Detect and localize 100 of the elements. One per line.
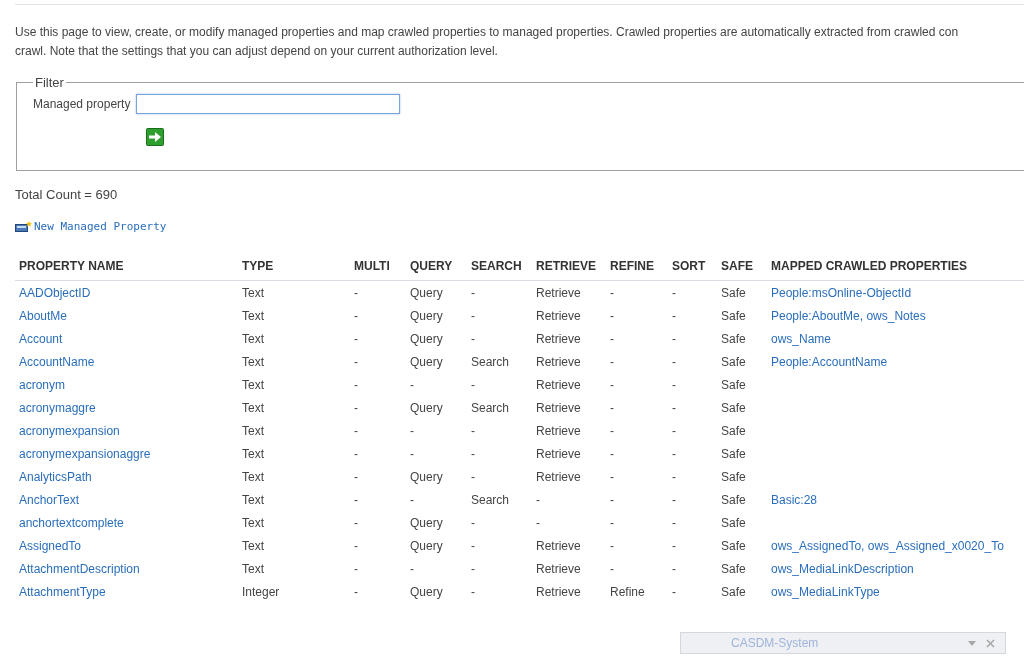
column-header: QUERY <box>406 253 467 281</box>
column-header: RETRIEVE <box>532 253 606 281</box>
property-name-link[interactable]: acronymexpansion <box>19 423 120 438</box>
table-cell: - <box>672 377 676 392</box>
table-cell: - <box>536 515 540 530</box>
table-cell: - <box>610 331 614 346</box>
property-name-link[interactable]: acronymexpansionaggre <box>19 446 151 461</box>
table-cell: - <box>471 446 475 461</box>
table-cell: Retrieve <box>536 308 581 323</box>
table-cell: Safe <box>721 377 746 392</box>
table-cell: - <box>410 561 414 576</box>
table-cell: Retrieve <box>536 538 581 553</box>
table-cell: - <box>610 308 614 323</box>
table-cell: - <box>354 538 358 553</box>
dropdown-caret-icon[interactable] <box>968 640 976 646</box>
table-cell: - <box>471 285 475 300</box>
managed-property-input[interactable] <box>136 94 401 114</box>
table-cell: Retrieve <box>536 285 581 300</box>
table-cell: Text <box>242 400 264 415</box>
table-cell: - <box>610 354 614 369</box>
property-name-link[interactable]: AttachmentDescription <box>19 561 140 576</box>
table-cell: - <box>354 285 358 300</box>
column-header: REFINE <box>606 253 668 281</box>
table-cell: Safe <box>721 285 746 300</box>
table-cell: - <box>672 584 676 599</box>
crawled-property-link[interactable]: Basic:28 <box>771 492 818 507</box>
table-cell: - <box>354 308 358 323</box>
table-cell: - <box>672 446 676 461</box>
property-name-link[interactable]: AnalyticsPath <box>19 469 92 484</box>
table-cell: Text <box>242 331 264 346</box>
crawled-property-link[interactable]: ows_MediaLinkType <box>771 584 880 599</box>
table-cell: - <box>354 515 358 530</box>
property-name-link[interactable]: AboutMe <box>19 308 68 323</box>
table-cell: Integer <box>242 584 280 599</box>
table-cell: - <box>610 469 614 484</box>
table-cell: Safe <box>721 538 746 553</box>
table-cell: - <box>672 469 676 484</box>
table-cell: - <box>354 423 358 438</box>
table-cell: - <box>471 308 475 323</box>
table-cell: - <box>672 331 676 346</box>
table-cell: - <box>610 285 614 300</box>
crawled-property-link[interactable]: People:AccountName <box>771 354 888 369</box>
property-name-link[interactable]: acronym <box>19 377 65 392</box>
column-header: MAPPED CRAWLED PROPERTIES <box>767 253 1024 281</box>
table-cell: Safe <box>721 423 746 438</box>
property-name-link[interactable]: AttachmentType <box>19 584 106 599</box>
table-cell: Query <box>410 584 443 599</box>
crawled-property-link[interactable]: ows_AssignedTo, ows_Assigned_x0020_To <box>771 538 1004 553</box>
table-cell: - <box>354 354 358 369</box>
table-cell: - <box>610 538 614 553</box>
table-cell: - <box>471 469 475 484</box>
page-description: Use this page to view, create, or modify managed properties and map crawled properties to managed properties. Crawled properties are automatically extracted from crawled con crawl. Note that the settings that you can adjust depend on your current authorization level. <box>15 24 960 60</box>
table-cell: - <box>354 377 358 392</box>
table-cell: Text <box>242 285 264 300</box>
table-cell: Retrieve <box>536 423 581 438</box>
table-cell: Query <box>410 538 443 553</box>
table-cell: - <box>354 561 358 576</box>
property-name-link[interactable]: Account <box>19 331 63 346</box>
table-cell: - <box>471 331 475 346</box>
property-name-link[interactable]: AccountName <box>19 354 95 369</box>
crawled-property-link[interactable]: ows_Name <box>771 331 832 346</box>
table-cell: - <box>610 400 614 415</box>
crawled-property-link[interactable]: People:msOnline-ObjectId <box>771 285 912 300</box>
table-cell: - <box>354 446 358 461</box>
column-header: SAFE <box>717 253 767 281</box>
table-cell: Safe <box>721 331 746 346</box>
table-cell: Safe <box>721 584 746 599</box>
table-cell: Safe <box>721 561 746 576</box>
table-cell: - <box>471 515 475 530</box>
new-managed-property-link[interactable]: New Managed Property <box>34 220 167 233</box>
notification-title: CASDM-System <box>731 636 820 650</box>
table-cell: Retrieve <box>536 584 581 599</box>
table-cell: Query <box>410 469 443 484</box>
table-cell: Text <box>242 515 264 530</box>
table-cell: - <box>672 538 676 553</box>
property-name-link[interactable]: acronymaggre <box>19 400 96 415</box>
table-cell: Retrieve <box>536 377 581 392</box>
property-name-link[interactable]: AADObjectID <box>19 285 91 300</box>
table-cell: - <box>354 331 358 346</box>
column-header: SORT <box>668 253 717 281</box>
table-cell: - <box>410 492 414 507</box>
table-cell: - <box>354 469 358 484</box>
table-cell: Query <box>410 331 443 346</box>
new-item-icon <box>15 221 32 232</box>
table-cell: Retrieve <box>536 469 581 484</box>
table-cell: - <box>471 538 475 553</box>
table-cell: Safe <box>721 515 746 530</box>
crawled-property-link[interactable]: People:AboutMe, ows_Notes <box>771 308 926 323</box>
table-cell: Text <box>242 561 264 576</box>
property-name-link[interactable]: AnchorText <box>19 492 80 507</box>
table-cell: - <box>354 400 358 415</box>
table-cell: - <box>410 423 414 438</box>
close-icon[interactable] <box>986 638 995 648</box>
table-cell: - <box>672 285 676 300</box>
crawled-property-link[interactable]: ows_MediaLinkDescription <box>771 561 914 576</box>
property-name-link[interactable]: AssignedTo <box>19 538 82 553</box>
table-cell: Query <box>410 354 443 369</box>
table-cell: - <box>672 423 676 438</box>
table-cell: Search <box>471 492 510 507</box>
property-name-link[interactable]: anchortextcomplete <box>19 515 124 530</box>
